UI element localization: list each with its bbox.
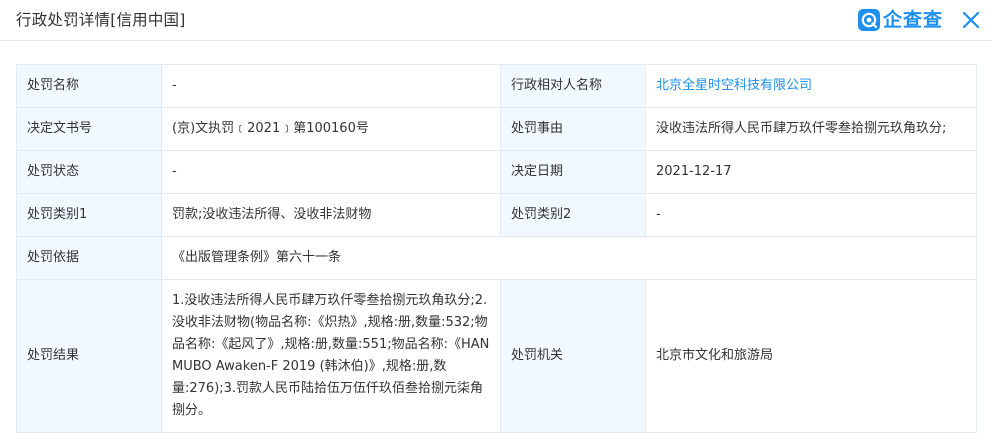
doc-no-value: (京)文执罚﹝2021﹞第100160号 [161, 107, 501, 151]
counterparty-company-link[interactable]: 北京全星时空科技有限公司 [656, 78, 812, 93]
penalty-detail-table: 处罚名称 - 行政相对人名称 北京全星时空科技有限公司 决定文书号 (京)文执罚… [16, 64, 977, 433]
table-row: 处罚结果 1.没收违法所得人民币肆万玖仟零叁拾捌元玖角玖分;2.没收非法财物(物… [16, 279, 977, 433]
status-value: - [161, 150, 501, 194]
status-label: 处罚状态 [16, 150, 162, 194]
close-icon [962, 11, 980, 29]
dialog-header: 行政处罚详情[信用中国] 企查查 [0, 0, 992, 41]
brand-name: 企查查 [883, 9, 944, 31]
category2-value: - [645, 193, 977, 237]
doc-no-label: 决定文书号 [16, 107, 162, 151]
category1-value: 罚款;没收违法所得、没收非法财物 [161, 193, 501, 237]
brand-logo: 企查查 [858, 6, 943, 34]
table-row: 处罚名称 - 行政相对人名称 北京全星时空科技有限公司 [16, 64, 977, 108]
dialog-title: 行政处罚详情[信用中国] [16, 11, 186, 29]
category2-label: 处罚类别2 [500, 193, 646, 237]
date-value: 2021-12-17 [645, 150, 977, 194]
close-button[interactable] [961, 10, 981, 30]
category1-label: 处罚类别1 [16, 193, 162, 237]
reason-label: 处罚事由 [500, 107, 646, 151]
counterparty-label: 行政相对人名称 [500, 64, 646, 108]
penalty-name-value: - [161, 64, 501, 108]
authority-value: 北京市文化和旅游局 [645, 279, 977, 433]
reason-value: 没收违法所得人民币肆万玖仟零叁拾捌元玖角玖分; [645, 107, 977, 151]
authority-label: 处罚机关 [500, 279, 646, 433]
table-row: 决定文书号 (京)文执罚﹝2021﹞第100160号 处罚事由 没收违法所得人民… [16, 107, 977, 151]
table-row: 处罚依据 《出版管理条例》第六十一条 [16, 236, 977, 280]
date-label: 决定日期 [500, 150, 646, 194]
table-row: 处罚状态 - 决定日期 2021-12-17 [16, 150, 977, 194]
counterparty-cell: 北京全星时空科技有限公司 [645, 64, 977, 108]
result-label: 处罚结果 [16, 279, 162, 433]
basis-label: 处罚依据 [16, 236, 162, 280]
table-row: 处罚类别1 罚款;没收违法所得、没收非法财物 处罚类别2 - [16, 193, 977, 237]
basis-value: 《出版管理条例》第六十一条 [161, 236, 977, 280]
penalty-name-label: 处罚名称 [16, 64, 162, 108]
qichacha-logo-icon [858, 9, 880, 31]
result-value: 1.没收违法所得人民币肆万玖仟零叁拾捌元玖角玖分;2.没收非法财物(物品名称:《… [161, 279, 501, 433]
